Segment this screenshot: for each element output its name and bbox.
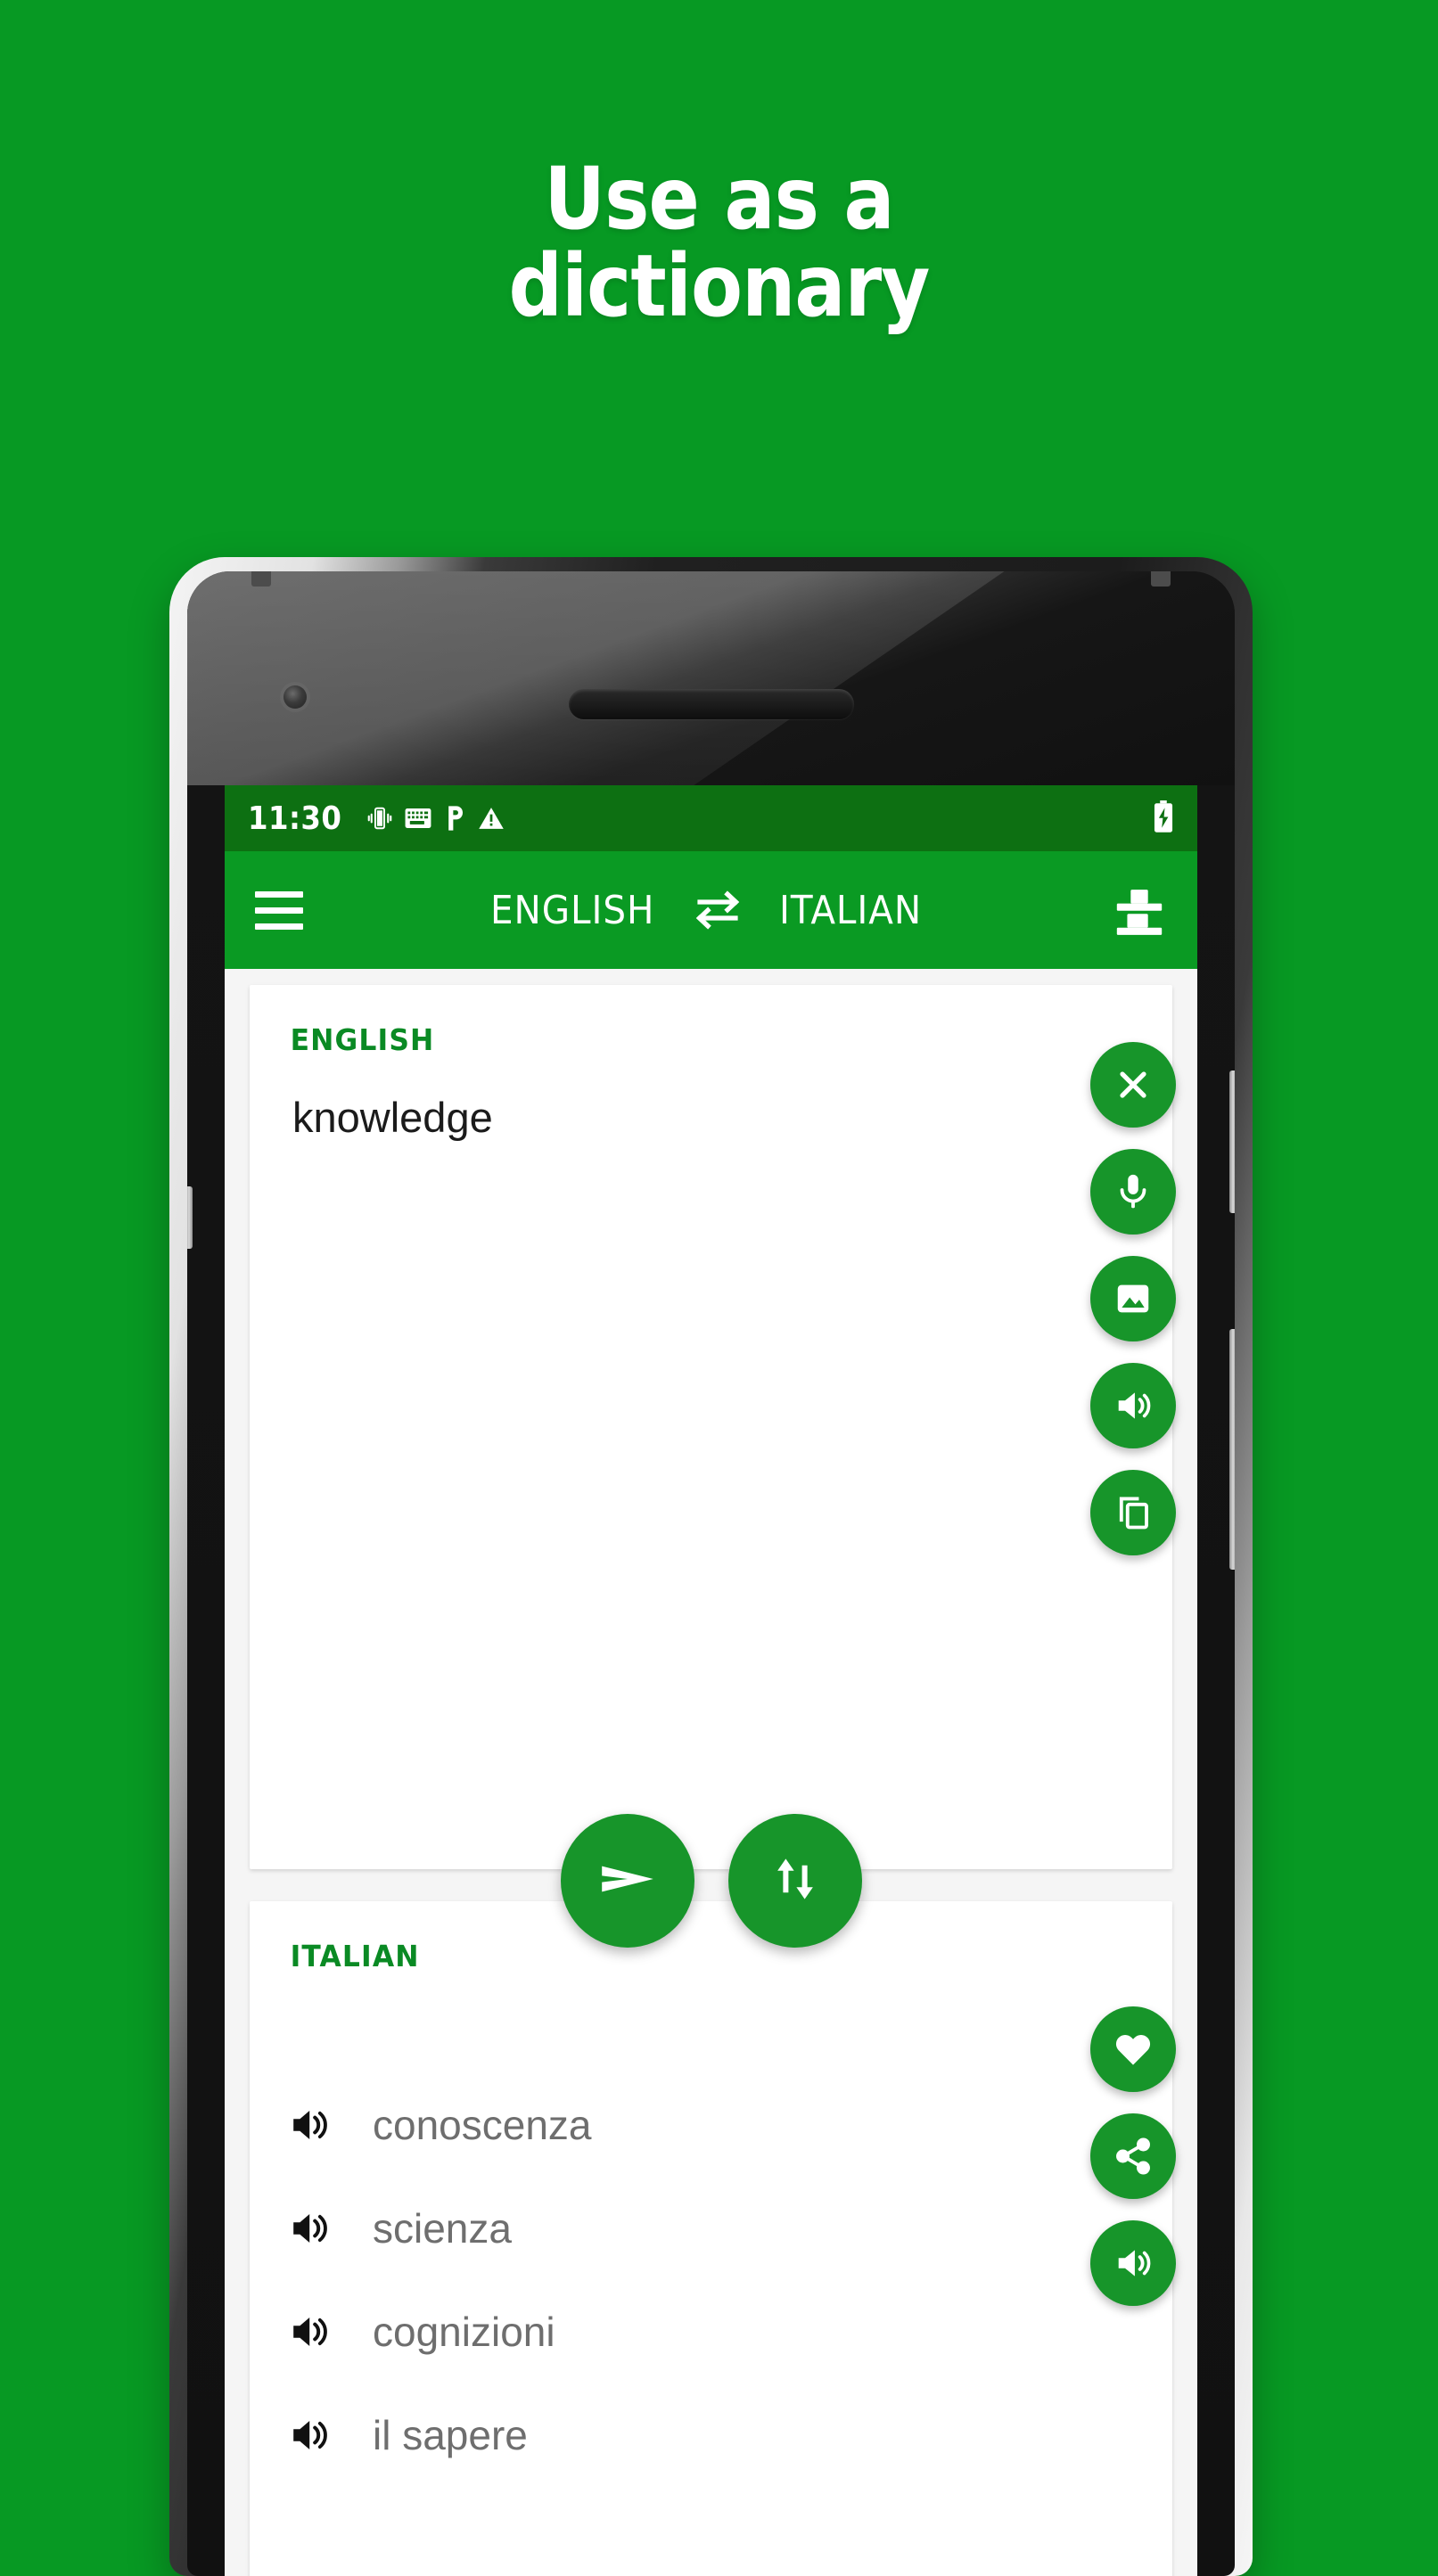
image-photo-icon (1113, 1278, 1154, 1319)
front-camera-icon (283, 685, 307, 709)
copy-source-button[interactable] (1090, 1470, 1176, 1555)
list-item[interactable]: conoscenza (250, 2073, 1172, 2177)
swap-horizontal-icon[interactable] (693, 890, 743, 931)
speak-result-button[interactable] (1090, 2220, 1176, 2306)
phone-antenna-nubs (187, 571, 1235, 587)
translation-word: il sapere (373, 2412, 528, 2458)
keyboard-icon (405, 808, 431, 829)
list-item[interactable]: cognizioni (250, 2280, 1172, 2383)
speaker-volume-icon[interactable] (291, 2211, 333, 2246)
main-action-buttons (225, 1814, 1197, 1948)
share-button[interactable] (1090, 2113, 1176, 2199)
source-actions-column (1090, 1042, 1176, 1555)
speaker-volume-icon (1113, 2243, 1154, 2284)
battery-charging-icon (1153, 800, 1174, 837)
source-card-label: ENGLISH (290, 1022, 435, 1057)
vibrate-icon (366, 805, 393, 832)
microphone-icon (1113, 1171, 1154, 1212)
language-selector: ENGLISH ITALIAN (303, 888, 1108, 933)
clear-button[interactable] (1090, 1042, 1176, 1128)
share-icon (1113, 2136, 1154, 2177)
phone-screen: 11:30 ENGLISH ITALIAN ENGLISH knowledge … (225, 785, 1197, 2576)
sim-tray (187, 1186, 193, 1249)
translation-content: ENGLISH knowledge ITALIAN conoscenza sci… (225, 969, 1197, 2576)
hamburger-bar (255, 923, 303, 930)
source-language-label[interactable]: ENGLISH (490, 888, 654, 933)
promo-headline-line1: Use as a (544, 149, 894, 249)
close-x-icon (1112, 1063, 1155, 1106)
target-language-label[interactable]: ITALIAN (779, 888, 922, 933)
earpiece-speaker (568, 689, 854, 719)
result-card: ITALIAN conoscenza scienza cognizioni il… (250, 1901, 1176, 2576)
speaker-volume-icon (1113, 1385, 1154, 1426)
phone-body: 11:30 ENGLISH ITALIAN ENGLISH knowledge … (187, 571, 1235, 2576)
send-paper-plane-icon (596, 1847, 660, 1916)
speaker-volume-icon[interactable] (291, 2417, 333, 2453)
translation-word: scienza (373, 2205, 512, 2252)
volume-button[interactable] (1229, 1329, 1235, 1570)
translation-list: conoscenza scienza cognizioni il sapere (250, 1973, 1172, 2487)
screen-glass-reflection (187, 571, 1005, 785)
promo-headline-line2: dictionary (508, 235, 931, 336)
copy-duplicate-icon (1113, 1493, 1153, 1532)
source-text-card: ENGLISH knowledge (250, 985, 1176, 1869)
antenna-nub-right (1151, 571, 1171, 587)
status-bar: 11:30 (225, 785, 1197, 851)
phone-mockup: 11:30 ENGLISH ITALIAN ENGLISH knowledge … (169, 557, 1253, 2576)
favorite-button[interactable] (1090, 2006, 1176, 2092)
voice-input-button[interactable] (1090, 1149, 1176, 1235)
antenna-nub-left (251, 571, 271, 587)
source-text-input[interactable]: knowledge (250, 1057, 1172, 1142)
image-input-button[interactable] (1090, 1256, 1176, 1341)
hamburger-menu-icon[interactable] (255, 890, 303, 930)
status-bar-clock: 11:30 (248, 800, 342, 837)
phone-top-bezel (187, 571, 1235, 785)
promo-headline: Use as a dictionary (86, 155, 1352, 336)
hamburger-bar (255, 907, 303, 914)
power-button[interactable] (1229, 1071, 1235, 1213)
list-item[interactable]: il sapere (250, 2383, 1172, 2487)
result-actions-column (1090, 2006, 1176, 2306)
heart-icon (1113, 2029, 1154, 2070)
status-bar-battery (1153, 800, 1174, 837)
warning-triangle-icon (478, 806, 505, 831)
speaker-volume-icon[interactable] (291, 2314, 333, 2350)
hamburger-bar (255, 890, 303, 898)
list-item[interactable]: scienza (250, 2177, 1172, 2280)
swap-languages-button[interactable] (727, 1814, 862, 1948)
swap-vertical-arrows-icon (770, 1852, 820, 1910)
status-bar-icons (366, 805, 505, 832)
translate-button[interactable] (560, 1814, 694, 1948)
app-toolbar: ENGLISH ITALIAN (225, 851, 1197, 969)
translation-word: cognizioni (373, 2309, 555, 2355)
translation-word: conoscenza (373, 2102, 592, 2148)
speaker-volume-icon[interactable] (291, 2107, 333, 2143)
tune-sliders-icon[interactable] (1108, 882, 1167, 938)
parking-p-icon (443, 805, 466, 832)
speak-source-button[interactable] (1090, 1363, 1176, 1448)
